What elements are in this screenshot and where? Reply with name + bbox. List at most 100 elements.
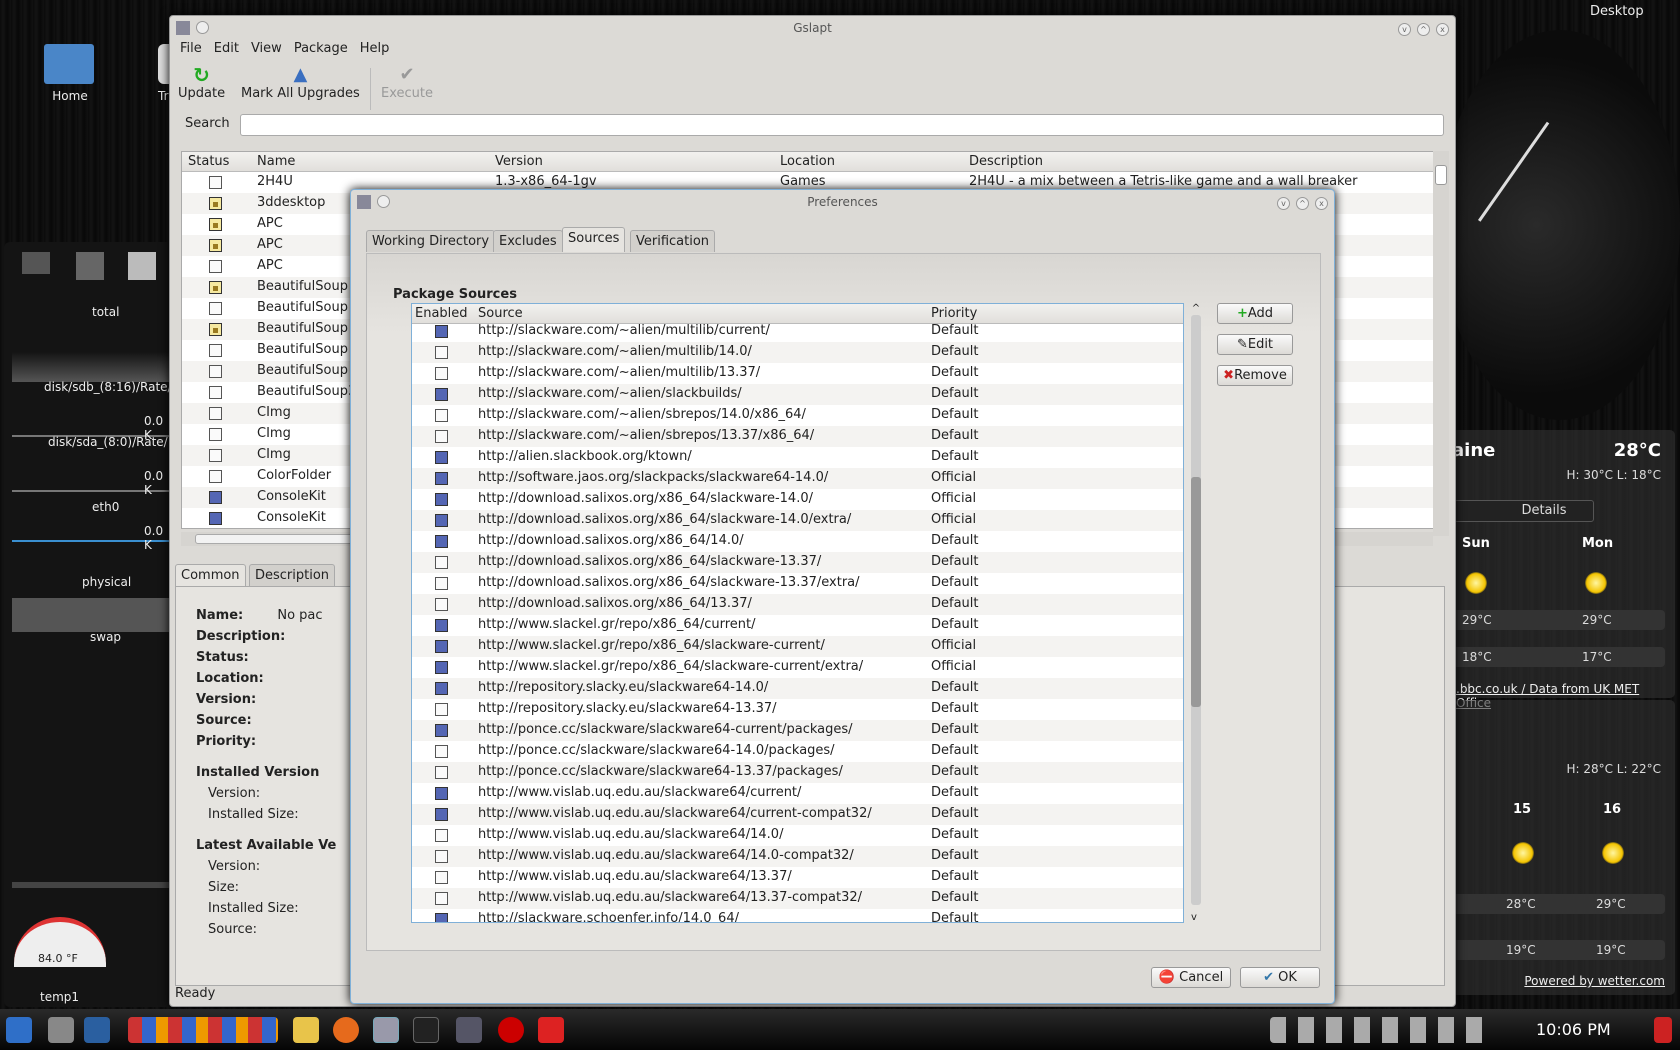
source-row[interactable]: http://slackware.com/~alien/multilib/13.… xyxy=(412,363,1183,384)
enabled-checkbox[interactable] xyxy=(435,850,448,863)
enabled-checkbox[interactable] xyxy=(435,724,448,737)
close-button[interactable]: x xyxy=(1315,197,1328,210)
firefox-task[interactable] xyxy=(333,1017,359,1043)
enabled-checkbox[interactable] xyxy=(435,598,448,611)
scroll-track[interactable] xyxy=(1191,315,1201,905)
mark-all-upgrades-button[interactable]: ▲ Mark All Upgrades xyxy=(241,64,360,101)
status-checkbox[interactable] xyxy=(209,512,222,525)
menu-edit[interactable]: Edit xyxy=(214,41,239,56)
enabled-checkbox[interactable] xyxy=(435,766,448,779)
preferences-task[interactable] xyxy=(456,1017,482,1043)
menu-help[interactable]: Help xyxy=(360,41,390,56)
status-checkbox[interactable] xyxy=(209,491,222,504)
status-checkbox[interactable] xyxy=(209,197,222,210)
source-row[interactable]: http://www.slackel.gr/repo/x86_64/slackw… xyxy=(412,636,1183,657)
source-row[interactable]: http://slackware.com/~alien/multilib/14.… xyxy=(412,342,1183,363)
source-row[interactable]: http://download.salixos.org/x86_64/slack… xyxy=(412,510,1183,531)
column-location[interactable]: Location xyxy=(780,154,835,169)
add-button[interactable]: +Add xyxy=(1217,303,1293,324)
enabled-checkbox[interactable] xyxy=(435,682,448,695)
enabled-checkbox[interactable] xyxy=(435,472,448,485)
pin-button[interactable] xyxy=(196,21,209,34)
source-row[interactable]: http://www.slackel.gr/repo/x86_64/curren… xyxy=(412,615,1183,636)
status-checkbox[interactable] xyxy=(209,428,222,441)
enabled-checkbox[interactable] xyxy=(435,325,448,338)
home-folder-icon[interactable] xyxy=(44,44,94,84)
source-row[interactable]: http://www.vislab.uq.edu.au/slackware64/… xyxy=(412,783,1183,804)
status-checkbox[interactable] xyxy=(209,407,222,420)
enabled-checkbox[interactable] xyxy=(435,451,448,464)
column-status[interactable]: Status xyxy=(188,154,229,169)
source-row[interactable]: http://download.salixos.org/x86_64/slack… xyxy=(412,573,1183,594)
status-checkbox[interactable] xyxy=(209,449,222,462)
kde-menu-icon[interactable] xyxy=(6,1017,32,1043)
source-row[interactable]: http://download.salixos.org/x86_64/13.37… xyxy=(412,594,1183,615)
status-checkbox[interactable] xyxy=(209,302,222,315)
source-row[interactable]: http://slackware.com/~alien/sbrepos/14.0… xyxy=(412,405,1183,426)
status-checkbox[interactable] xyxy=(209,218,222,231)
tab-working-directory[interactable]: Working Directory xyxy=(366,230,496,252)
tab-excludes[interactable]: Excludes xyxy=(493,230,563,252)
source-row[interactable]: http://alien.slackbook.org/ktown/Default xyxy=(412,447,1183,468)
enabled-checkbox[interactable] xyxy=(435,892,448,905)
sources-scrollbar[interactable]: ^ v xyxy=(1189,303,1203,923)
source-row[interactable]: http://repository.slacky.eu/slackware64-… xyxy=(412,678,1183,699)
folder-task[interactable] xyxy=(293,1017,319,1043)
enabled-checkbox[interactable] xyxy=(435,577,448,590)
column-description[interactable]: Description xyxy=(969,154,1043,169)
edit-button[interactable]: ✎Edit xyxy=(1217,334,1293,355)
remove-button[interactable]: ✖Remove xyxy=(1217,365,1293,386)
gslapt-task[interactable] xyxy=(373,1017,399,1043)
column-enabled[interactable]: Enabled xyxy=(415,306,468,321)
menu-file[interactable]: File xyxy=(180,41,202,56)
maximize-button[interactable]: ^ xyxy=(1417,23,1430,36)
menu-view[interactable]: View xyxy=(251,41,282,56)
status-checkbox[interactable] xyxy=(209,239,222,252)
column-source[interactable]: Source xyxy=(478,306,523,321)
enabled-checkbox[interactable] xyxy=(435,346,448,359)
close-button[interactable]: x xyxy=(1436,23,1449,36)
logout-icon[interactable] xyxy=(1654,1017,1672,1043)
opera-task[interactable] xyxy=(498,1017,524,1043)
execute-button[interactable]: ✔ Execute xyxy=(381,64,433,101)
source-row[interactable]: http://ponce.cc/slackware/slackware64-cu… xyxy=(412,720,1183,741)
search-input[interactable] xyxy=(240,114,1444,136)
details-tab[interactable]: Details xyxy=(1454,500,1594,522)
enabled-checkbox[interactable] xyxy=(435,409,448,422)
column-priority[interactable]: Priority xyxy=(931,306,977,321)
source-row[interactable]: http://www.vislab.uq.edu.au/slackware64/… xyxy=(412,804,1183,825)
scroll-up-arrow[interactable]: ^ xyxy=(1189,303,1203,315)
source-row[interactable]: http://software.jaos.org/slackpacks/slac… xyxy=(412,468,1183,489)
wetter-credit-link[interactable]: Powered by wetter.com xyxy=(1524,974,1665,988)
enabled-checkbox[interactable] xyxy=(435,556,448,569)
source-row[interactable]: http://www.vislab.uq.edu.au/slackware64/… xyxy=(412,846,1183,867)
enabled-checkbox[interactable] xyxy=(435,829,448,842)
column-version[interactable]: Version xyxy=(495,154,543,169)
source-row[interactable]: http://slackware.com/~alien/sbrepos/13.3… xyxy=(412,426,1183,447)
source-row[interactable]: http://www.vislab.uq.edu.au/slackware64/… xyxy=(412,867,1183,888)
enabled-checkbox[interactable] xyxy=(435,619,448,632)
status-checkbox[interactable] xyxy=(209,344,222,357)
enabled-checkbox[interactable] xyxy=(435,388,448,401)
column-name[interactable]: Name xyxy=(257,154,295,169)
source-row[interactable]: http://www.slackel.gr/repo/x86_64/slackw… xyxy=(412,657,1183,678)
scroll-down-arrow[interactable]: v xyxy=(1191,912,1197,923)
source-row[interactable]: http://ponce.cc/slackware/slackware64-14… xyxy=(412,741,1183,762)
status-checkbox[interactable] xyxy=(209,365,222,378)
source-row[interactable]: http://slackware.com/~alien/multilib/cur… xyxy=(412,321,1183,342)
status-checkbox[interactable] xyxy=(209,470,222,483)
pager-icon[interactable] xyxy=(84,1017,110,1043)
source-row[interactable]: http://download.salixos.org/x86_64/slack… xyxy=(412,489,1183,510)
scroll-thumb[interactable] xyxy=(1435,165,1447,185)
pin-button[interactable] xyxy=(377,195,390,208)
enabled-checkbox[interactable] xyxy=(435,430,448,443)
acrobat-task[interactable] xyxy=(538,1017,564,1043)
tab-description[interactable]: Description xyxy=(249,564,336,586)
source-row[interactable]: http://www.vislab.uq.edu.au/slackware64/… xyxy=(412,825,1183,846)
source-row[interactable]: http://www.vislab.uq.edu.au/slackware64/… xyxy=(412,888,1183,909)
source-row[interactable]: http://slackware.com/~alien/slackbuilds/… xyxy=(412,384,1183,405)
terminal-task[interactable] xyxy=(413,1017,439,1043)
clock[interactable]: 10:06 PM xyxy=(1536,1020,1611,1039)
enabled-checkbox[interactable] xyxy=(435,871,448,884)
source-row[interactable]: http://slackware.schoenfer.info/14.0_64/… xyxy=(412,909,1183,922)
